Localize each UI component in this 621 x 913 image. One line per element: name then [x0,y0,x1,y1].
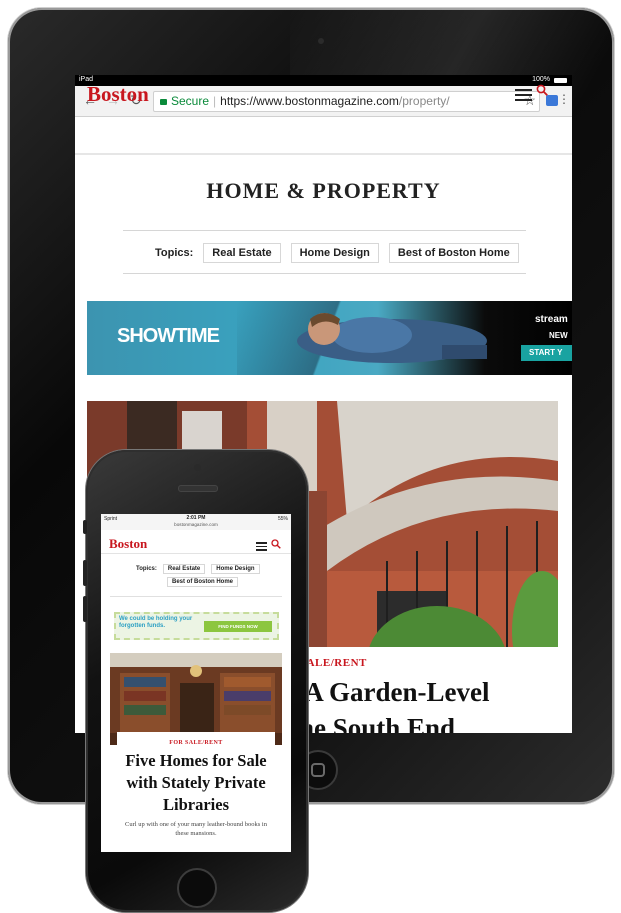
divider [123,273,526,274]
ipad-status-bar: iPad 100% [75,75,572,86]
battery-level: 100% [532,76,550,83]
lock-icon [160,99,167,105]
section-title: HOME & PROPERTY [206,178,441,203]
hamburger-menu-icon[interactable] [515,89,532,101]
divider [123,230,526,231]
ad-cta-button[interactable]: START Y [521,345,572,361]
site-logo[interactable]: Boston [109,536,147,552]
iphone-status-bar: Sprint 2:01 PM bostonmagazine.com 55% [101,514,291,530]
search-icon[interactable] [536,84,548,96]
topic-real-estate[interactable]: Real Estate [162,564,206,574]
topics-bar-row2: Best of Boston Home [167,577,239,587]
volume-up-button [83,560,87,586]
browser-toolbar: ← → ↻ Secure | https://www.bostonmagazine.… [75,86,572,117]
hamburger-menu-icon[interactable] [256,542,267,551]
extension-icon[interactable] [546,95,558,106]
article-kicker[interactable]: FOR SALE/RENT [101,740,291,746]
url-host: https://www.bostonmagazine.com [220,94,399,108]
search-icon[interactable] [271,539,281,549]
hero-headline[interactable]: : A Garden-Level the South End [290,674,572,733]
clock-time: 2:01 PM [186,515,206,521]
topic-best-of-boston-home[interactable]: Best of Boston Home [167,577,239,587]
ad-image [297,313,487,363]
ipad-camera [318,38,324,44]
iphone-home-button[interactable] [177,868,217,908]
topic-best-of-boston-home[interactable]: Best of Boston Home [388,243,519,263]
battery-level: 55% [277,516,288,522]
topics-bar: Topics: Real Estate Home Design [136,564,260,574]
iphone-screen: Sprint 2:01 PM bostonmagazine.com 55% Bo… [101,514,291,852]
url-path: /property/ [398,94,450,108]
iphone-camera [194,464,201,471]
address-bar[interactable]: Secure | https://www.bostonmagazine.com/pr… [153,91,540,112]
iphone-speaker [178,485,218,492]
topics-bar: Topics: Real Estate Home Design Best of … [155,243,529,263]
ad-banner[interactable]: SHOWTIME stream NEW START Y [87,301,572,375]
ad-text: We could be holding your forgotten funds… [119,616,193,629]
ad-cta-button[interactable]: FIND FUNDS NOW [204,621,272,632]
article-headline[interactable]: Five Homes for Sale with Stately Private… [117,750,275,816]
article-dek: Curl up with one of your many leather-bo… [125,821,267,837]
ad-brand-logo: SHOWTIME [117,325,220,347]
secure-label: Secure [171,94,210,108]
ad-subline: NEW [549,331,568,340]
browser-menu-icon[interactable]: ⋮ [558,92,570,106]
mute-switch [83,520,87,534]
volume-down-button [83,596,87,622]
site-header [75,117,572,155]
topic-home-design[interactable]: Home Design [290,243,379,263]
iphone-url[interactable]: bostonmagazine.com [101,522,291,527]
topic-real-estate[interactable]: Real Estate [203,243,281,263]
battery-icon [554,78,567,83]
site-logo[interactable]: Boston [87,82,149,107]
topics-label: Topics: [155,247,194,259]
divider [110,596,282,597]
topic-home-design[interactable]: Home Design [211,564,260,574]
ad-headline: stream [535,314,568,325]
hero-kicker[interactable]: SALE/RENT [300,657,367,669]
topics-label: Topics: [136,566,157,572]
